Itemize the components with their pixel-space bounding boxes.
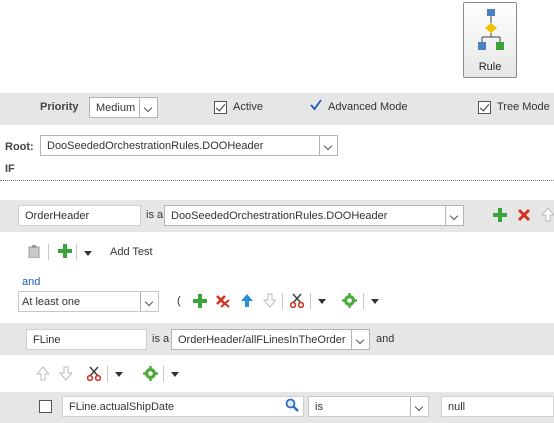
gear-icon[interactable] [143, 366, 158, 381]
right-operand-field[interactable]: null [441, 396, 554, 417]
test-row-checkbox[interactable] [39, 400, 52, 413]
toolbar-separator [48, 244, 49, 260]
paste-icon[interactable] [28, 245, 40, 258]
toolbar-separator [163, 366, 164, 382]
add-test-link[interactable]: Add Test [110, 246, 153, 258]
toolbar-separator [310, 293, 311, 309]
toolbar-separator [282, 293, 283, 309]
search-icon[interactable] [285, 398, 299, 412]
is-a-label: is a [146, 209, 164, 221]
move-up-icon[interactable] [541, 207, 554, 222]
pattern-variable-field[interactable]: OrderHeader [18, 205, 141, 226]
operator-select-value: is [315, 401, 323, 413]
rule-button[interactable]: Rule [463, 2, 517, 78]
operator-select[interactable]: is [308, 396, 429, 417]
priority-label: Priority [40, 101, 79, 113]
cut-icon[interactable] [87, 366, 101, 381]
quantifier-select-value: At least one [22, 296, 81, 308]
right-operand-value: null [448, 401, 466, 413]
delete-icon[interactable] [517, 208, 531, 222]
root-select[interactable]: DooSeededOrchestrationRules.DOOHeader [40, 135, 338, 156]
dropdown-arrow-icon[interactable] [84, 251, 92, 256]
pattern-variable-value: OrderHeader [25, 210, 90, 222]
pattern2-and-label: and [376, 333, 395, 345]
add-icon[interactable] [193, 294, 207, 308]
tree-mode-checkbox[interactable] [478, 101, 491, 114]
quantifier-select[interactable]: At least one [18, 291, 159, 312]
priority-select[interactable]: Medium [89, 97, 158, 118]
rule-flow-icon [478, 9, 504, 50]
rule-button-label: Rule [478, 61, 502, 73]
toolbar-separator [363, 293, 364, 309]
pattern2-variable-field[interactable]: FLine [26, 329, 147, 350]
chevron-down-icon [319, 136, 337, 155]
add-icon[interactable] [58, 244, 72, 258]
move-up-icon[interactable] [36, 366, 49, 381]
pattern2-variable-value: FLine [33, 334, 61, 346]
add-icon[interactable] [493, 208, 507, 222]
priority-select-value: Medium [96, 102, 136, 114]
dropdown-arrow-icon[interactable] [115, 372, 123, 377]
chevron-down-icon [140, 292, 158, 311]
chevron-down-icon [410, 397, 428, 416]
pattern2-fact-type-value: OrderHeader/allFLinesInTheOrder [178, 334, 346, 346]
chevron-down-icon [351, 330, 369, 349]
pattern-fact-type-select[interactable]: DooSeededOrchestrationRules.DOOHeader [164, 205, 464, 226]
checkmark-icon[interactable] [310, 99, 322, 111]
active-checkbox[interactable] [214, 101, 227, 114]
left-operand-value: FLine.actualShipDate [69, 401, 175, 413]
toolbar-separator [76, 244, 77, 260]
is-a-label: is a [152, 333, 170, 345]
pattern-fact-type-value: DooSeededOrchestrationRules.DOOHeader [171, 210, 388, 222]
open-paren: ( [177, 295, 181, 307]
if-divider [0, 180, 554, 181]
delete-tree-icon[interactable] [215, 294, 230, 308]
active-label: Active [233, 101, 263, 113]
dropdown-arrow-icon[interactable] [318, 299, 326, 304]
dropdown-arrow-icon[interactable] [371, 299, 379, 304]
dropdown-arrow-icon[interactable] [171, 372, 179, 377]
move-up-icon[interactable] [240, 293, 253, 308]
chevron-down-icon [139, 98, 157, 117]
advanced-mode-label: Advanced Mode [328, 101, 408, 113]
root-select-value: DooSeededOrchestrationRules.DOOHeader [47, 140, 264, 152]
tree-mode-label: Tree Mode [497, 101, 550, 113]
toolbar-separator [107, 366, 108, 382]
move-down-icon[interactable] [59, 366, 72, 381]
root-label: Root: [5, 141, 34, 153]
pattern2-fact-type-select[interactable]: OrderHeader/allFLinesInTheOrder [171, 329, 370, 350]
move-down-icon[interactable] [263, 293, 276, 308]
rule-options-bar [0, 93, 554, 125]
and-label: and [22, 276, 41, 288]
gear-icon[interactable] [342, 293, 357, 308]
left-operand-field[interactable]: FLine.actualShipDate [62, 396, 304, 417]
cut-icon[interactable] [290, 293, 304, 308]
chevron-down-icon [445, 206, 463, 225]
if-label: IF [5, 163, 15, 175]
